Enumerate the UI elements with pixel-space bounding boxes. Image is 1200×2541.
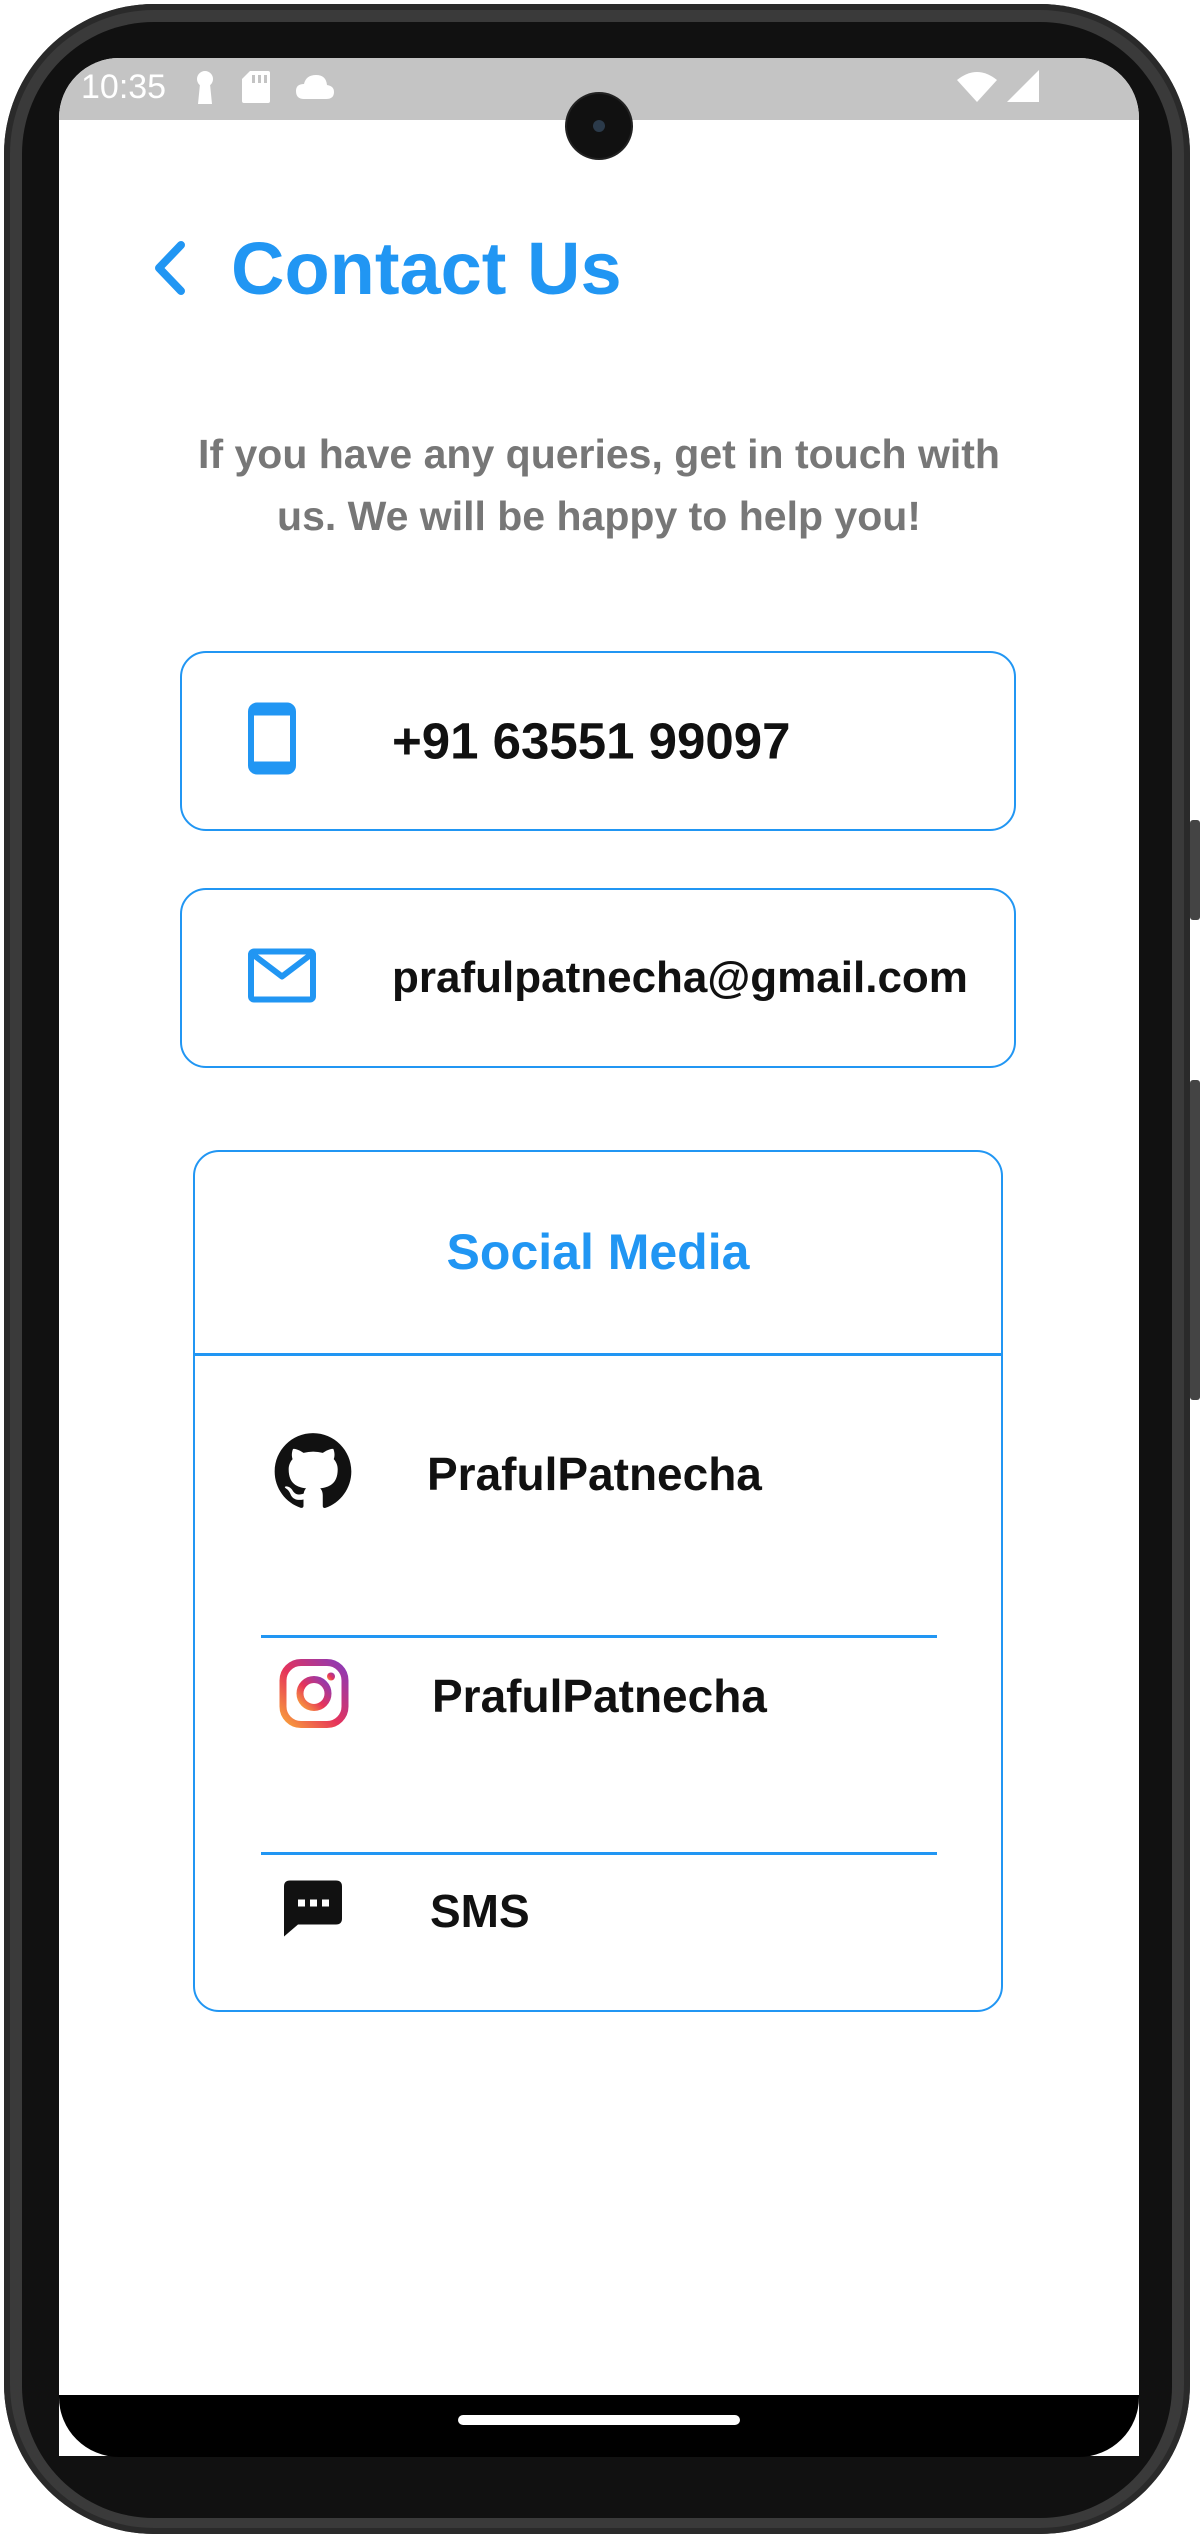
smartphone-icon — [248, 702, 296, 780]
sms-label: SMS — [430, 1885, 530, 1937]
instagram-username: PrafulPatnecha — [432, 1670, 767, 1722]
app-screen: 10:35 Contact Us If you have any queries… — [59, 58, 1139, 2456]
navigation-bar — [59, 2395, 1139, 2457]
page-header: Contact Us — [59, 208, 1139, 328]
intro-text: If you have any queries, get in touch wi… — [198, 431, 1000, 539]
social-title-divider — [195, 1353, 1001, 1356]
sms-icon — [284, 1880, 342, 1942]
front-camera — [567, 94, 631, 158]
instagram-icon — [279, 1659, 349, 1734]
status-time: 10:35 — [81, 68, 167, 106]
social-item-sms[interactable]: SMS — [195, 1836, 1001, 1986]
cellular-signal-icon — [1007, 70, 1039, 102]
phone-number: +91 63551 99097 — [392, 712, 791, 770]
social-item-github[interactable]: PrafulPatnecha — [195, 1399, 1001, 1549]
phone-contact-card[interactable]: +91 63551 99097 — [180, 651, 1016, 831]
social-media-title: Social Media — [446, 1224, 750, 1280]
email-address: prafulpatnecha@gmail.com — [392, 953, 968, 1002]
social-media-card: Social Media PrafulPatnecha PrafulPatnec… — [193, 1150, 1003, 2012]
sd-card-icon — [242, 71, 270, 103]
chevron-left-icon — [155, 241, 185, 295]
cloud-icon — [296, 75, 334, 99]
status-system-icons — [957, 70, 1039, 102]
volume-down-button — [1190, 1080, 1200, 1400]
email-contact-card[interactable]: prafulpatnecha@gmail.com — [180, 888, 1016, 1068]
github-username: PrafulPatnecha — [427, 1448, 762, 1500]
back-button[interactable] — [139, 238, 199, 298]
keyhole-icon — [197, 71, 213, 104]
status-notification-icons — [194, 70, 334, 104]
page-title: Contact Us — [231, 227, 622, 310]
github-icon — [273, 1432, 353, 1517]
social-item-instagram[interactable]: PrafulPatnecha — [195, 1621, 1001, 1771]
home-indicator[interactable] — [458, 2415, 740, 2425]
wifi-icon — [957, 72, 997, 102]
volume-up-button — [1190, 820, 1200, 920]
phone-device: 10:35 Contact Us If you have any queries… — [0, 0, 1200, 2541]
mail-icon — [248, 948, 316, 1008]
